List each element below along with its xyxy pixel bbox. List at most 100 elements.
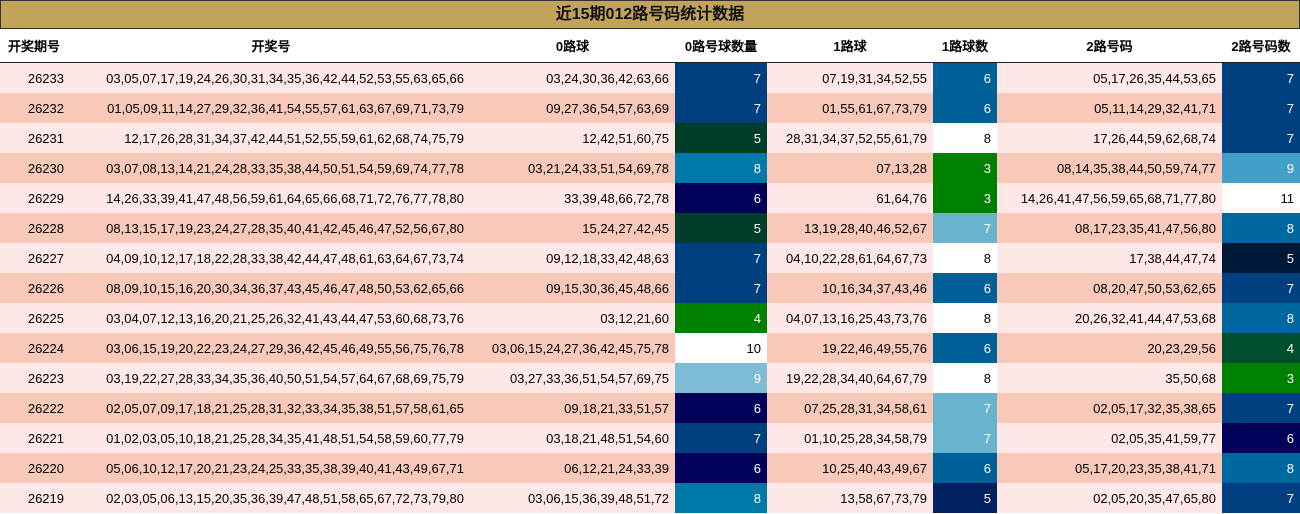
cell-road0: 03,21,24,33,51,54,69,78 [470, 153, 675, 183]
cell-road0-count: 7 [675, 243, 767, 273]
table-row: 26233 03,05,07,17,19,24,26,30,31,34,35,36… [0, 62, 1300, 93]
cell-road1: 28,31,34,37,52,55,61,79 [767, 123, 933, 153]
cell-road2-count: 4 [1222, 333, 1300, 363]
cell-issue: 26226 [0, 273, 72, 303]
cell-road0: 09,27,36,54,57,63,69 [470, 93, 675, 123]
cell-road0-count: 7 [675, 62, 767, 93]
cell-road1: 13,58,67,73,79 [767, 483, 933, 513]
cell-numbers: 08,09,10,15,16,20,30,34,36,37,43,45,46,4… [72, 273, 470, 303]
cell-road2: 17,26,44,59,62,68,74 [997, 123, 1222, 153]
cell-road0: 03,06,15,36,39,48,51,72 [470, 483, 675, 513]
sheet-title: 近15期012路号码统计数据 [0, 0, 1300, 29]
cell-road0-count: 8 [675, 153, 767, 183]
cell-numbers: 08,13,15,17,19,23,24,27,28,35,40,41,42,4… [72, 213, 470, 243]
cell-road0-count: 10 [675, 333, 767, 363]
cell-numbers: 05,06,10,12,17,20,21,23,24,25,33,35,38,3… [72, 453, 470, 483]
table-row: 26232 01,05,09,11,14,27,29,32,36,41,54,55… [0, 93, 1300, 123]
table-row: 26220 05,06,10,12,17,20,21,23,24,25,33,35… [0, 453, 1300, 483]
cell-road2: 05,17,26,35,44,53,65 [997, 62, 1222, 93]
cell-road1-count: 8 [933, 363, 997, 393]
cell-road2-count: 8 [1222, 213, 1300, 243]
cell-issue: 26220 [0, 453, 72, 483]
cell-road1-count: 7 [933, 213, 997, 243]
cell-road1-count: 7 [933, 423, 997, 453]
cell-road2-count: 7 [1222, 93, 1300, 123]
table-row: 26223 03,19,22,27,28,33,34,35,36,40,50,51… [0, 363, 1300, 393]
cell-road1: 01,55,61,67,73,79 [767, 93, 933, 123]
cell-issue: 26224 [0, 333, 72, 363]
cell-road1: 10,16,34,37,43,46 [767, 273, 933, 303]
header-issue: 开奖期号 [0, 29, 72, 63]
cell-road1-count: 6 [933, 93, 997, 123]
cell-road1: 10,25,40,43,49,67 [767, 453, 933, 483]
cell-road1: 19,22,46,49,55,76 [767, 333, 933, 363]
cell-road2: 02,05,20,35,47,65,80 [997, 483, 1222, 513]
header-road2: 2路号码 [997, 29, 1222, 63]
cell-road0: 09,12,18,33,42,48,63 [470, 243, 675, 273]
cell-road1-count: 5 [933, 483, 997, 513]
cell-road2: 08,17,23,35,41,47,56,80 [997, 213, 1222, 243]
cell-numbers: 03,05,07,17,19,24,26,30,31,34,35,36,42,4… [72, 62, 470, 93]
cell-road1-count: 6 [933, 453, 997, 483]
cell-road0-count: 7 [675, 93, 767, 123]
cell-numbers: 01,05,09,11,14,27,29,32,36,41,54,55,57,6… [72, 93, 470, 123]
cell-road2: 05,17,20,23,35,38,41,71 [997, 453, 1222, 483]
cell-issue: 26223 [0, 363, 72, 393]
cell-road1-count: 3 [933, 183, 997, 213]
cell-numbers: 03,07,08,13,14,21,24,28,33,35,38,44,50,5… [72, 153, 470, 183]
cell-road0-count: 5 [675, 123, 767, 153]
cell-road0: 06,12,21,24,33,39 [470, 453, 675, 483]
cell-numbers: 03,04,07,12,13,16,20,21,25,26,32,41,43,4… [72, 303, 470, 333]
header-row: 开奖期号 开奖号 0路球 0路号球数量 1路球 1路球数 2路号码 2路号码数 [0, 29, 1300, 63]
cell-road2: 14,26,41,47,56,59,65,68,71,77,80 [997, 183, 1222, 213]
header-road2-count: 2路号码数 [1222, 29, 1300, 63]
cell-road1-count: 6 [933, 273, 997, 303]
cell-road0: 09,18,21,33,51,57 [470, 393, 675, 423]
cell-road2-count: 3 [1222, 363, 1300, 393]
cell-road1-count: 8 [933, 303, 997, 333]
cell-numbers: 02,05,07,09,17,18,21,25,28,31,32,33,34,3… [72, 393, 470, 423]
cell-road2: 08,14,35,38,44,50,59,74,77 [997, 153, 1222, 183]
cell-road2: 02,05,35,41,59,77 [997, 423, 1222, 453]
cell-road2: 35,50,68 [997, 363, 1222, 393]
cell-issue: 26221 [0, 423, 72, 453]
cell-road1-count: 7 [933, 393, 997, 423]
cell-road1: 61,64,76 [767, 183, 933, 213]
table-row: 26227 04,09,10,12,17,18,22,28,33,38,42,44… [0, 243, 1300, 273]
cell-road2-count: 8 [1222, 303, 1300, 333]
cell-issue: 26219 [0, 483, 72, 513]
cell-numbers: 03,06,15,19,20,22,23,24,27,29,36,42,45,4… [72, 333, 470, 363]
table-row: 26222 02,05,07,09,17,18,21,25,28,31,32,33… [0, 393, 1300, 423]
cell-road2-count: 7 [1222, 273, 1300, 303]
cell-issue: 26231 [0, 123, 72, 153]
cell-road0: 12,42,51,60,75 [470, 123, 675, 153]
cell-road1-count: 6 [933, 62, 997, 93]
cell-road0-count: 7 [675, 423, 767, 453]
cell-road2: 20,26,32,41,44,47,53,68 [997, 303, 1222, 333]
table-row: 26229 14,26,33,39,41,47,48,56,59,61,64,65… [0, 183, 1300, 213]
cell-road2-count: 7 [1222, 483, 1300, 513]
cell-road2-count: 6 [1222, 423, 1300, 453]
cell-road0-count: 8 [675, 483, 767, 513]
cell-issue: 26230 [0, 153, 72, 183]
cell-road0: 03,27,33,36,51,54,57,69,75 [470, 363, 675, 393]
cell-numbers: 01,02,03,05,10,18,21,25,28,34,35,41,48,5… [72, 423, 470, 453]
cell-issue: 26232 [0, 93, 72, 123]
cell-road0-count: 6 [675, 393, 767, 423]
cell-road2: 17,38,44,47,74 [997, 243, 1222, 273]
cell-road0-count: 5 [675, 213, 767, 243]
cell-road0-count: 6 [675, 453, 767, 483]
cell-road0: 03,06,15,24,27,36,42,45,75,78 [470, 333, 675, 363]
cell-road1-count: 6 [933, 333, 997, 363]
table-body: 26233 03,05,07,17,19,24,26,30,31,34,35,36… [0, 62, 1300, 513]
header-numbers: 开奖号 [72, 29, 470, 63]
cell-road2-count: 7 [1222, 393, 1300, 423]
header-road0: 0路球 [470, 29, 675, 63]
header-road1: 1路球 [767, 29, 933, 63]
cell-road0-count: 6 [675, 183, 767, 213]
cell-road2: 20,23,29,56 [997, 333, 1222, 363]
cell-issue: 26233 [0, 62, 72, 93]
table-row: 26225 03,04,07,12,13,16,20,21,25,26,32,41… [0, 303, 1300, 333]
cell-numbers: 12,17,26,28,31,34,37,42,44,51,52,55,59,6… [72, 123, 470, 153]
cell-road1-count: 3 [933, 153, 997, 183]
